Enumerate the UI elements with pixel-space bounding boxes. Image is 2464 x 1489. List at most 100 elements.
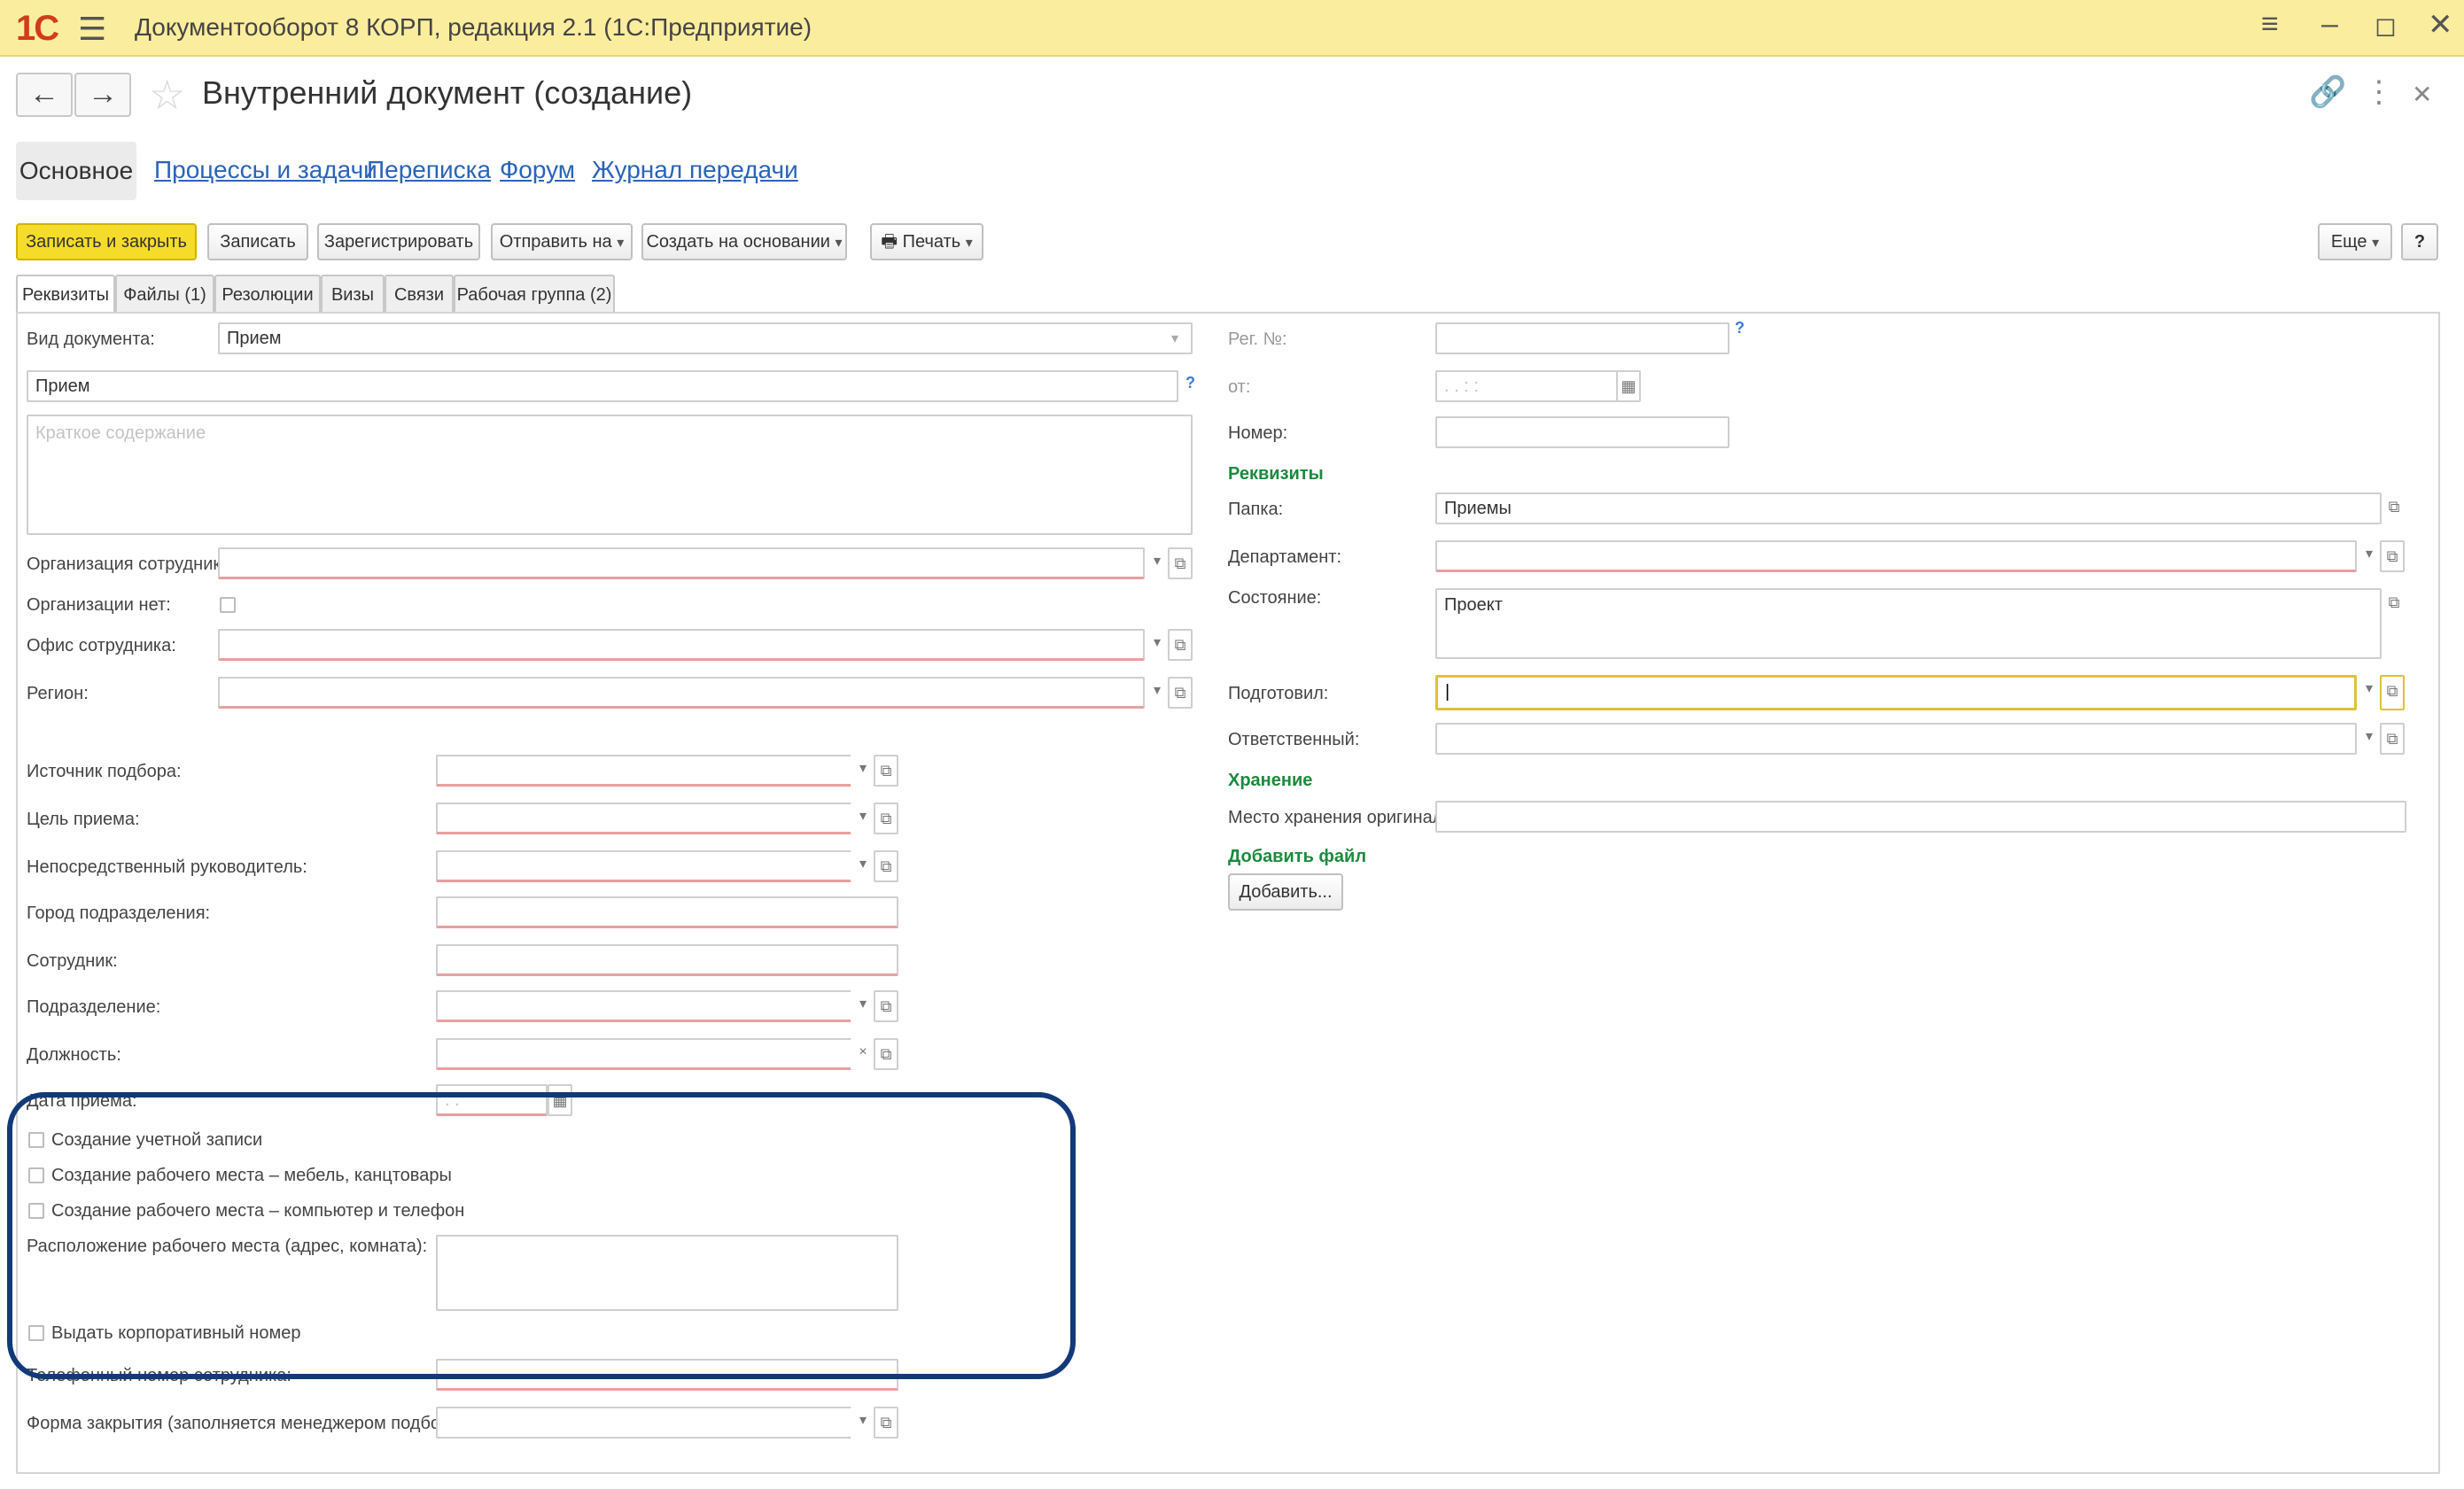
source-field[interactable] — [436, 755, 852, 787]
save-and-close-button[interactable]: Записать и закрыть — [16, 223, 197, 260]
close-form-icon[interactable]: ✕ — [2412, 80, 2432, 109]
section-main[interactable]: Основное — [16, 142, 136, 200]
chevron-down-icon[interactable]: ▾ — [851, 1407, 875, 1439]
state-value: Проект — [1444, 595, 1503, 615]
chevron-down-icon[interactable]: ▾ — [851, 755, 875, 787]
state-field[interactable]: Проект — [1435, 588, 2382, 659]
manager-label: Непосредственный руководитель: — [27, 857, 307, 877]
more-vertical-icon[interactable]: ⋮ — [2364, 74, 2394, 110]
number-field[interactable] — [1435, 416, 1729, 448]
print-button[interactable]: 🖶 Печать ▾ — [870, 223, 983, 260]
section-processes[interactable]: Процессы и задачи — [154, 156, 377, 184]
responsible-label: Ответственный: — [1228, 730, 1360, 749]
open-icon[interactable]: ⧉ — [874, 1038, 898, 1070]
section-transfer-log[interactable]: Журнал передачи — [592, 156, 798, 184]
register-button[interactable]: Зарегистрировать — [317, 223, 480, 260]
tab-details[interactable]: Реквизиты — [16, 275, 115, 315]
doc-type-field[interactable]: Прием — [218, 322, 1193, 354]
chevron-down-icon[interactable]: ▾ — [1145, 629, 1170, 661]
storage-label: Место хранения оригинала: — [1228, 808, 1458, 827]
send-to-button[interactable]: Отправить на ▾ — [491, 223, 633, 260]
department-field[interactable] — [436, 990, 852, 1022]
from-date-field[interactable]: . . : : — [1435, 370, 1618, 402]
employee-label: Сотрудник: — [27, 951, 118, 971]
main-menu-icon[interactable]: ☰ — [78, 11, 106, 48]
folder-field[interactable]: Приемы — [1435, 492, 2382, 524]
chevron-down-icon[interactable]: ▾ — [1145, 677, 1170, 709]
section-forum[interactable]: Форум — [500, 156, 575, 184]
office-field[interactable] — [218, 629, 1145, 661]
chevron-down-icon[interactable]: ▾ — [851, 803, 875, 834]
help-button[interactable]: ? — [2401, 223, 2438, 260]
clear-icon[interactable]: × — [851, 1038, 875, 1070]
chevron-down-icon: ▾ — [2372, 236, 2380, 251]
hint-icon[interactable]: ? — [1735, 319, 1745, 337]
tab-workgroup[interactable]: Рабочая группа (2) — [454, 275, 615, 314]
open-icon[interactable]: ⧉ — [1168, 547, 1193, 579]
section-correspondence[interactable]: Переписка — [367, 156, 491, 184]
no-org-checkbox[interactable] — [220, 597, 236, 613]
chevron-down-icon[interactable]: ▾ — [851, 990, 875, 1022]
link-icon[interactable]: 🔗 — [2309, 74, 2346, 110]
closing-form-field[interactable] — [436, 1407, 852, 1439]
open-icon[interactable]: ⧉ — [2382, 588, 2406, 620]
doc-title-field[interactable]: Прием — [27, 370, 1178, 402]
chevron-down-icon[interactable]: ▾ — [1145, 547, 1170, 579]
region-field[interactable] — [218, 677, 1145, 709]
chevron-down-icon[interactable]: ▾ — [1171, 330, 1178, 347]
settings-menu-icon[interactable]: ≡ — [2261, 7, 2279, 42]
open-icon[interactable]: ⧉ — [2382, 492, 2406, 524]
responsible-field[interactable] — [1435, 723, 2357, 755]
hint-icon[interactable]: ? — [1185, 374, 1195, 392]
summary-placeholder: Краткое содержание — [35, 423, 206, 443]
save-button[interactable]: Записать — [207, 223, 308, 260]
dept-field[interactable] — [1435, 540, 2357, 572]
tab-resolutions[interactable]: Резолюции — [214, 275, 321, 314]
add-file-button[interactable]: Добавить... — [1228, 873, 1343, 911]
manager-field[interactable] — [436, 850, 852, 882]
open-icon[interactable]: ⧉ — [2380, 540, 2405, 572]
open-icon[interactable]: ⧉ — [2380, 675, 2405, 710]
city-field[interactable] — [436, 896, 898, 928]
closing-form-label: Форма закрытия (заполняется менеджером п… — [27, 1414, 471, 1433]
position-field[interactable] — [436, 1038, 852, 1070]
purpose-field[interactable] — [436, 803, 852, 834]
maximize-icon[interactable]: ◻ — [2375, 11, 2397, 42]
tab-files[interactable]: Файлы (1) — [115, 275, 214, 314]
reg-no-label: Рег. №: — [1228, 330, 1287, 349]
more-button[interactable]: Еще ▾ — [2318, 223, 2392, 260]
create-based-button[interactable]: Создать на основании ▾ — [641, 223, 847, 260]
create-based-label: Создать на основании — [646, 232, 830, 252]
open-icon[interactable]: ⧉ — [1168, 677, 1193, 709]
open-icon[interactable]: ⧉ — [874, 755, 898, 787]
chevron-down-icon[interactable]: ▾ — [2357, 675, 2382, 710]
employee-field[interactable] — [436, 944, 898, 976]
forward-button[interactable]: → — [74, 73, 131, 117]
favorite-star-icon[interactable]: ☆ — [149, 71, 185, 119]
number-label: Номер: — [1228, 423, 1288, 443]
open-icon[interactable]: ⧉ — [2380, 723, 2405, 755]
chevron-down-icon[interactable]: ▾ — [2357, 540, 2382, 572]
storage-field[interactable] — [1435, 801, 2406, 833]
open-icon[interactable]: ⧉ — [874, 990, 898, 1022]
calendar-icon[interactable]: ▦ — [1616, 370, 1641, 402]
reg-no-field[interactable] — [1435, 322, 1729, 354]
org-field[interactable] — [218, 547, 1145, 579]
summary-textarea[interactable]: Краткое содержание — [27, 415, 1193, 535]
chevron-down-icon[interactable]: ▾ — [2357, 723, 2382, 755]
chevron-down-icon: ▾ — [835, 236, 843, 251]
form-title: Внутренний документ (создание) — [202, 74, 693, 111]
open-icon[interactable]: ⧉ — [1168, 629, 1193, 661]
tab-links[interactable]: Связи — [385, 275, 454, 314]
back-button[interactable]: ← — [16, 73, 73, 117]
tab-visas[interactable]: Визы — [321, 275, 385, 314]
minimize-icon[interactable]: – — [2321, 7, 2338, 42]
chevron-down-icon[interactable]: ▾ — [851, 850, 875, 882]
open-icon[interactable]: ⧉ — [874, 1407, 898, 1439]
source-label: Источник подбора: — [27, 762, 182, 781]
folder-value: Приемы — [1444, 499, 1512, 518]
close-window-icon[interactable]: ✕ — [2428, 7, 2453, 43]
open-icon[interactable]: ⧉ — [874, 850, 898, 882]
prepared-field[interactable]: | — [1435, 675, 2357, 710]
open-icon[interactable]: ⧉ — [874, 803, 898, 834]
